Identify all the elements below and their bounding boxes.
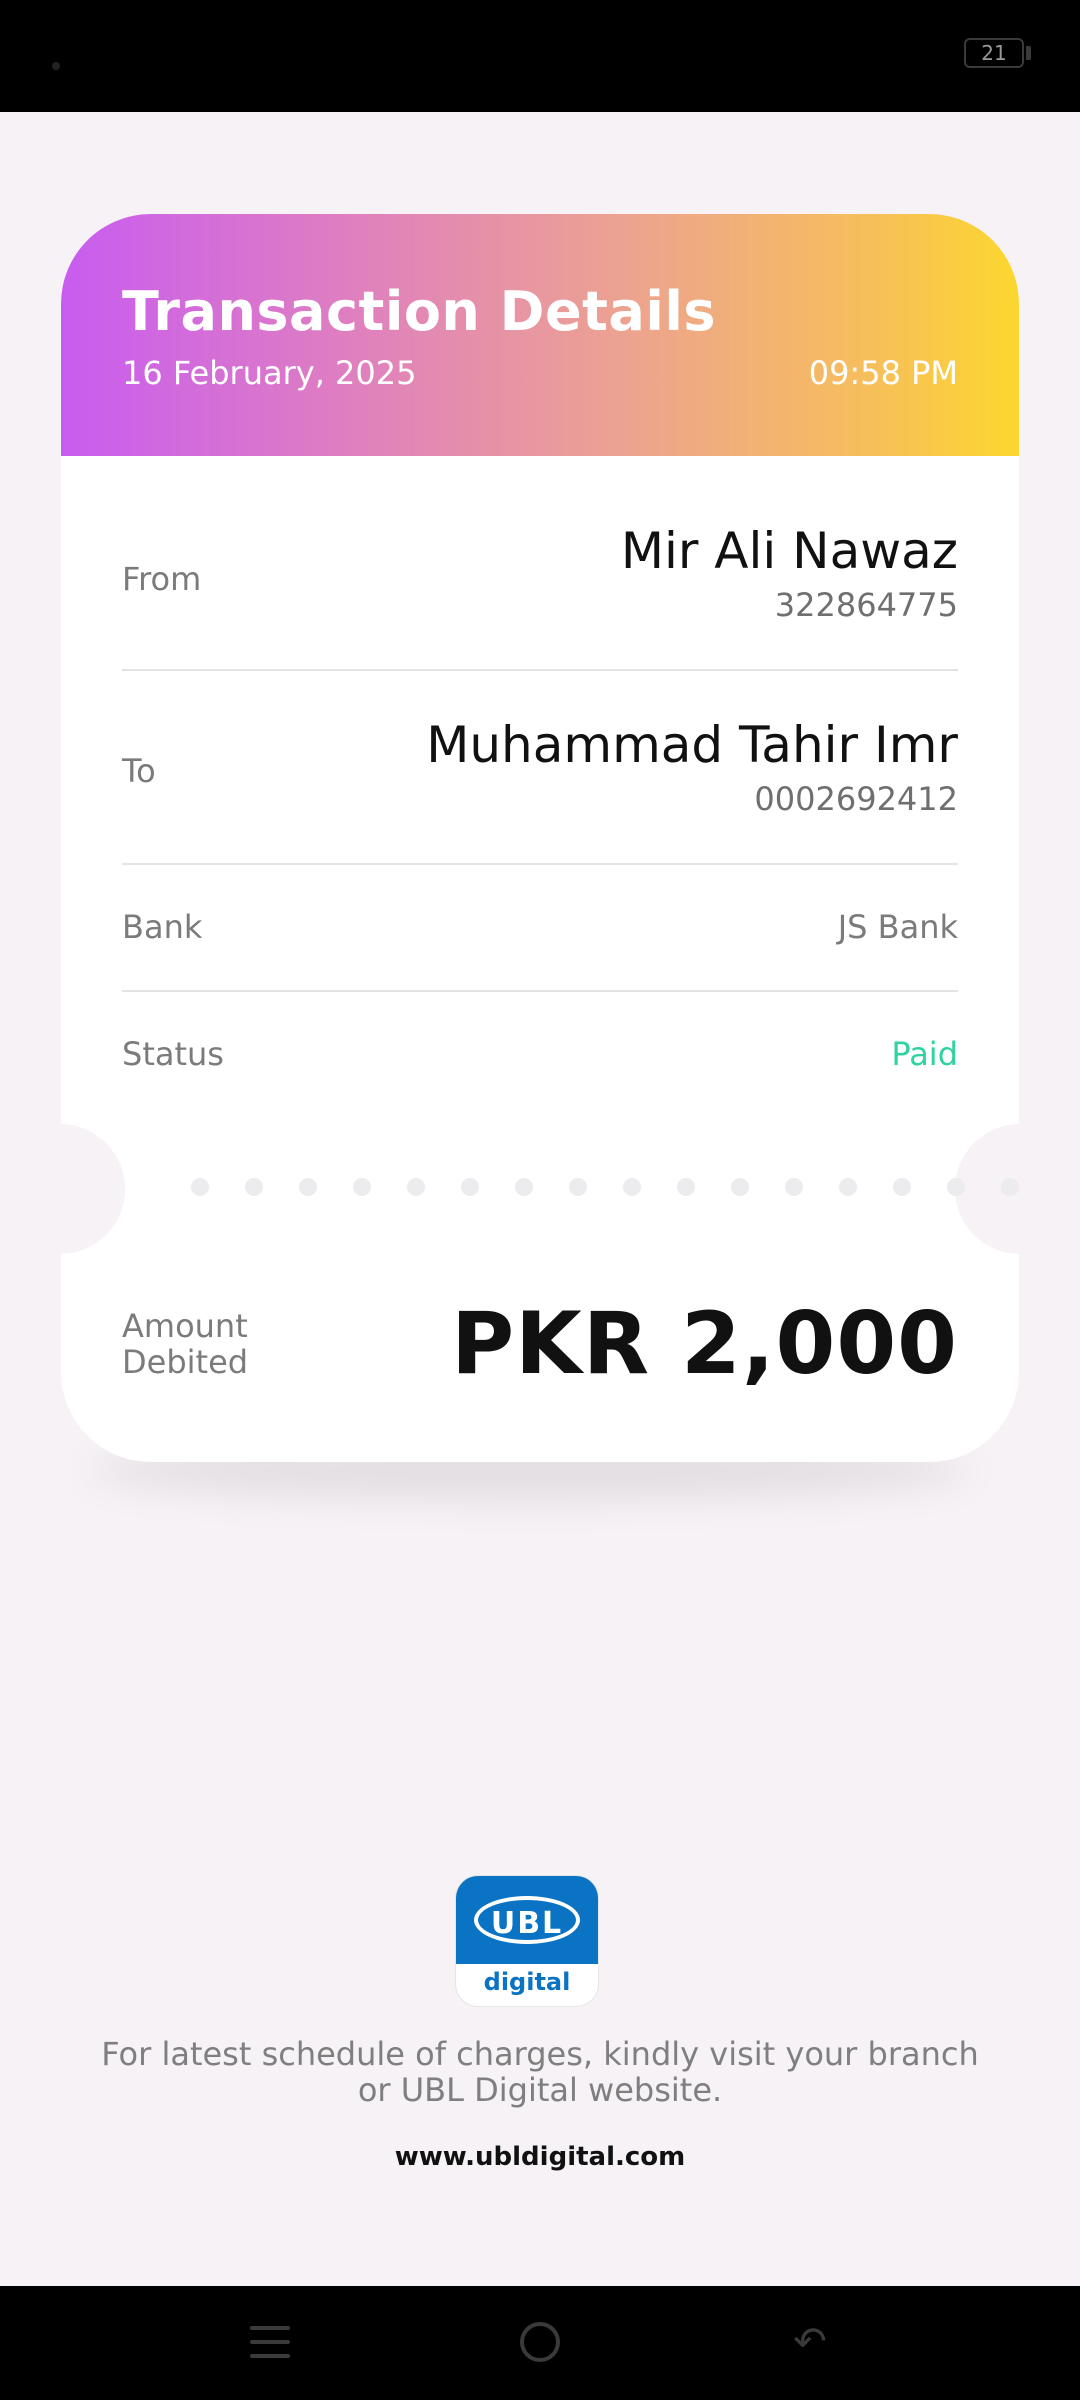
battery-icon: 21 [964,38,1024,68]
divider [122,990,958,992]
transaction-time: 09:58 PM [808,354,958,392]
logo-text: UBL [490,1906,564,1941]
back-icon[interactable]: ↶ [788,2320,832,2364]
amount-value: PKR 2,000 [451,1294,958,1394]
from-name: Mir Ali Nawaz [620,522,958,580]
divider [122,669,958,671]
from-account: 322864775 [774,586,958,624]
status-label: Status [122,1035,224,1073]
status-value: Paid [891,1035,958,1073]
bank-value: JS Bank [837,908,958,946]
to-label: To [122,752,156,790]
home-icon[interactable] [520,2322,560,2362]
navigation-bar: ↶ [0,2286,1080,2400]
amount-label-line2: Debited [122,1343,249,1381]
to-account: 0002692412 [754,780,958,818]
ticket-notch-left [61,1124,125,1254]
ubl-digital-logo: UBL digital [456,1876,598,2006]
to-name: Muhammad Tahir Imr [426,716,958,774]
logo-subtext: digital [483,1968,571,1996]
amount-label-line1: Amount [122,1307,248,1345]
bank-label: Bank [122,908,203,946]
charges-note: For latest schedule of charges, kindly v… [101,2035,979,2109]
notification-dot-icon [52,62,60,70]
battery-tip [1026,46,1031,60]
card-header: Transaction Details 16 February, 2025 09… [61,214,1019,456]
website-link[interactable]: www.ubldigital.com [0,2142,1080,2172]
divider [122,863,958,865]
perforation-line [191,1178,1019,1198]
status-bar: 21 [0,0,1080,112]
card-title: Transaction Details [122,280,717,343]
from-label: From [122,560,202,598]
amount-label: Amount Debited [122,1308,248,1380]
transaction-card: Transaction Details 16 February, 2025 09… [61,214,1019,1462]
menu-icon[interactable] [250,2326,290,2362]
transaction-date: 16 February, 2025 [122,354,417,392]
